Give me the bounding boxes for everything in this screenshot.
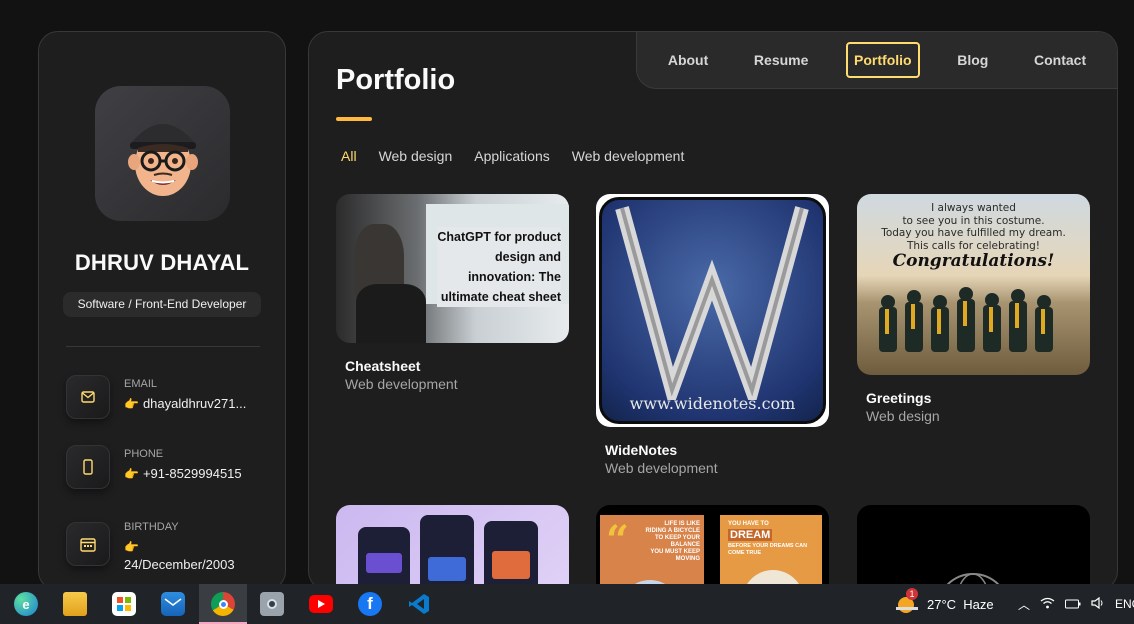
- filter-list: All Web design Applications Web developm…: [341, 148, 706, 164]
- chevron-up-icon[interactable]: ︿: [1018, 596, 1030, 613]
- calendar-icon: [66, 522, 110, 566]
- contact-email-title: Email: [124, 378, 158, 390]
- nav-about[interactable]: About: [660, 42, 716, 78]
- project-thumbnail[interactable]: [857, 505, 1090, 590]
- facebook-icon[interactable]: f: [358, 592, 382, 616]
- volume-icon[interactable]: [1091, 596, 1105, 612]
- battery-icon[interactable]: [1065, 597, 1081, 612]
- phone-icon: [66, 445, 110, 489]
- thumb-text-line: BEFORE YOUR DREAMS CAN: [728, 543, 808, 549]
- camera-icon[interactable]: [260, 592, 284, 616]
- profile-role-badge: Software / Front-End Developer: [63, 292, 261, 317]
- vscode-icon[interactable]: [407, 592, 431, 616]
- weather-widget[interactable]: 1 27°C Haze: [896, 584, 994, 624]
- filter-web-development[interactable]: Web development: [572, 148, 685, 164]
- nav-resume[interactable]: Resume: [746, 42, 816, 78]
- birthday-text: 24/December/2003: [124, 557, 235, 572]
- project-card-cheatsheet[interactable]: ChatGPT for product design and innovatio…: [336, 194, 569, 392]
- edge-icon[interactable]: e: [14, 592, 38, 616]
- thumb-text-line: RIDING A BICYCLE: [645, 528, 700, 534]
- contact-email-value[interactable]: 👉 dhayaldhruv271...: [124, 396, 264, 411]
- contact-phone: Phone 👉 +91-8529994515: [66, 445, 266, 489]
- filter-web-design[interactable]: Web design: [379, 148, 453, 164]
- thumb-text-line: MOVING: [675, 556, 700, 562]
- project-thumbnail[interactable]: [336, 505, 569, 590]
- graduates-illustration-icon: [879, 287, 1053, 352]
- project-category: Web development: [345, 376, 458, 392]
- project-title: Cheatsheet: [345, 358, 421, 374]
- widenotes-logo-icon: [615, 206, 809, 400]
- thumb-text-line: LIFE IS LIKE: [664, 521, 700, 527]
- top-navbar: About Resume Portfolio Blog Contact: [636, 32, 1117, 89]
- pointing-hand-icon: 👉: [124, 397, 139, 411]
- thumb-text-line: COME TRUE: [728, 550, 761, 556]
- profile-name: DHRUV DHAYAL: [74, 250, 250, 275]
- contact-phone-title: Phone: [124, 448, 164, 460]
- thumb-text-line: ultimate cheat sheet: [437, 287, 561, 307]
- project-card-greetings[interactable]: I always wanted to see you in this costu…: [857, 194, 1090, 424]
- nav-contact[interactable]: Contact: [1026, 42, 1094, 78]
- filter-applications[interactable]: Applications: [474, 148, 550, 164]
- contact-birthday-title: Birthday: [124, 521, 179, 533]
- contact-birthday-value: 👉 24/December/2003: [124, 538, 264, 573]
- project-thumbnail[interactable]: ChatGPT for product design and innovatio…: [336, 194, 569, 343]
- nav-blog[interactable]: Blog: [949, 42, 996, 78]
- project-title: Greetings: [866, 390, 932, 406]
- project-card-widenotes[interactable]: www.widenotes.com WideNotes Web developm…: [596, 194, 829, 476]
- weather-text: 27°C Haze: [927, 596, 994, 612]
- thumb-text-line: YOU HAVE TO: [728, 521, 769, 527]
- project-thumbnail[interactable]: I always wanted to see you in this costu…: [857, 194, 1090, 375]
- thumb-text-line: TO KEEP YOUR: [654, 535, 700, 541]
- notification-badge: 1: [906, 588, 918, 600]
- title-underline: [336, 117, 372, 121]
- thumb-caption: www.widenotes.com: [629, 394, 796, 413]
- pointing-hand-icon: 👉: [124, 540, 139, 554]
- nav-portfolio[interactable]: Portfolio: [846, 42, 920, 78]
- project-card-quotes[interactable]: “ LIFE IS LIKE RIDING A BICYCLE TO KEEP …: [596, 505, 829, 590]
- thumb-text-line: Today you have fulfilled my dream.: [881, 227, 1066, 239]
- filter-all[interactable]: All: [341, 148, 357, 164]
- mail-app-icon[interactable]: [161, 592, 185, 616]
- language-indicator[interactable]: ENG: [1115, 597, 1134, 611]
- contact-email: Email 👉 dhayaldhruv271...: [66, 375, 266, 419]
- project-card-globe[interactable]: [857, 505, 1090, 590]
- pointing-hand-icon: 👉: [124, 467, 139, 481]
- phone-link[interactable]: +91-8529994515: [143, 466, 242, 481]
- thumb-text-line: to see you in this costume.: [902, 214, 1045, 227]
- project-thumbnail[interactable]: “ LIFE IS LIKE RIDING A BICYCLE TO KEEP …: [596, 505, 829, 590]
- globe-icon: [941, 573, 1005, 590]
- portfolio-panel: About Resume Portfolio Blog Contact Port…: [308, 31, 1118, 591]
- thumb-text-line: innovation: The: [437, 267, 561, 287]
- windows-taskbar: e f 1 27°C Haze ︿ ENG: [0, 584, 1134, 624]
- thumb-text-line: YOU MUST KEEP: [650, 549, 700, 555]
- chrome-icon[interactable]: [211, 592, 235, 616]
- contact-birthday: Birthday 👉 24/December/2003: [66, 521, 266, 572]
- thumb-text-line: BALANCE: [670, 542, 700, 548]
- project-thumbnail[interactable]: www.widenotes.com: [596, 194, 829, 427]
- project-category: Web design: [866, 408, 940, 424]
- store-icon[interactable]: [112, 592, 136, 616]
- profile-sidebar: DHRUV DHAYAL Software / Front-End Develo…: [38, 31, 286, 591]
- wifi-icon[interactable]: [1040, 597, 1055, 612]
- file-explorer-icon[interactable]: [63, 592, 87, 616]
- sidebar-divider: [66, 346, 260, 347]
- project-category: Web development: [605, 460, 718, 476]
- thumb-text-line: I always wanted: [931, 202, 1016, 214]
- project-title: WideNotes: [605, 442, 678, 458]
- mail-icon: [66, 375, 110, 419]
- thumb-text-line: ChatGPT for product: [437, 227, 561, 247]
- thumb-text-line: DREAM: [728, 529, 773, 541]
- email-link[interactable]: dhayaldhruv271...: [143, 396, 246, 411]
- weather-haze-icon: 1: [896, 588, 918, 615]
- thumb-text-line: Congratulations!: [892, 251, 1055, 271]
- thumb-text-line: design and: [437, 247, 561, 267]
- system-tray: ︿ ENG: [1018, 584, 1134, 624]
- contact-phone-value[interactable]: 👉 +91-8529994515: [124, 466, 264, 481]
- page-title: Portfolio: [336, 64, 456, 96]
- project-card-app-ui[interactable]: [336, 505, 569, 590]
- avatar: [95, 86, 230, 221]
- memoji-avatar-icon: [127, 123, 198, 196]
- youtube-icon[interactable]: [309, 595, 333, 613]
